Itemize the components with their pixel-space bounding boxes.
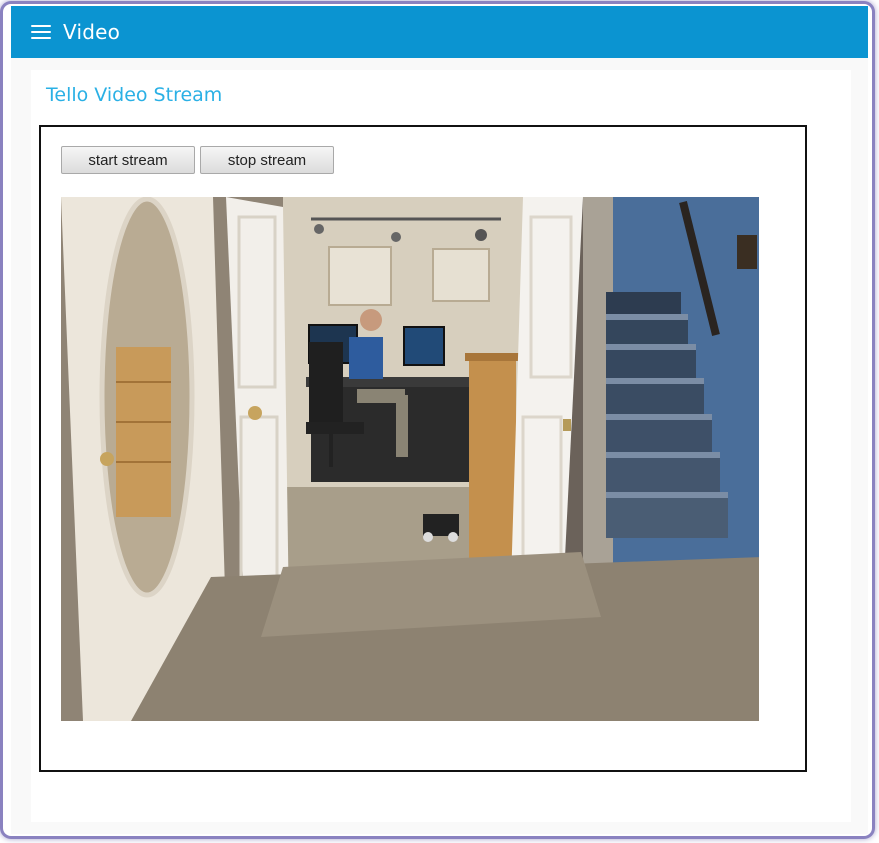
stop-stream-button[interactable]: stop stream [200,146,334,174]
window-body: Video Tello Video Stream start stream st… [11,6,868,834]
video-panel: start stream stop stream [39,125,807,772]
page-title: Tello Video Stream [46,84,223,106]
video-frame-image [61,197,759,721]
video-stream-frame [61,197,759,721]
main-content: Tello Video Stream start stream stop str… [31,70,851,822]
start-stream-button[interactable]: start stream [61,146,195,174]
app-window: Video Tello Video Stream start stream st… [3,4,872,836]
stream-controls: start stream stop stream [61,146,334,174]
top-app-bar: Video [11,6,868,58]
app-title: Video [63,20,121,44]
hamburger-menu-icon[interactable] [31,25,51,39]
